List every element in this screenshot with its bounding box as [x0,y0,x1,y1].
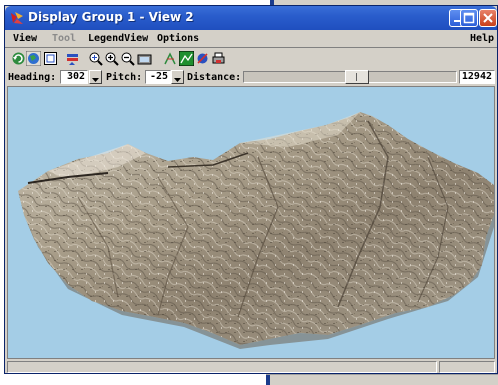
maximize-icon [463,12,475,24]
zoom-out-icon[interactable] [120,51,135,66]
layer-controls-icon[interactable] [65,51,80,66]
status-aux-pane [439,361,495,373]
toolbar [5,49,497,69]
zoom-in-icon[interactable] [104,51,119,66]
fullview-icon[interactable] [43,51,58,66]
snapshot-icon[interactable] [137,51,152,66]
menu-bar: View Tool LegendView Options Help [5,31,497,48]
distance-label: Distance: [187,72,242,83]
menu-legendview[interactable]: LegendView [88,33,148,44]
heading-label: Heading: [8,72,57,83]
heading-field[interactable]: 302 [60,70,88,84]
status-bar [5,360,497,374]
menu-view[interactable]: View [13,33,37,44]
redraw-icon[interactable] [11,51,26,66]
terrain-render[interactable] [8,87,494,358]
chevron-down-icon [92,78,99,82]
3d-terrain-view[interactable] [7,86,495,359]
title-bar[interactable]: Display Group 1 - View 2 [5,6,497,30]
close-icon [483,13,493,23]
app-icon [11,12,23,24]
chevron-down-icon [174,78,181,82]
heading-dropdown-button[interactable] [89,70,102,84]
view-position-bar: Heading: 302 Pitch: -25 Distance: 12942 [5,69,497,86]
distance-field[interactable]: 12942 [459,70,495,84]
viewpoint-icon[interactable] [195,51,210,66]
pitch-label: Pitch: [106,72,143,83]
maximize-button[interactable] [460,9,478,27]
pitch-dropdown-button[interactable] [171,70,184,84]
terrain-icon[interactable] [179,51,194,66]
pitch-field[interactable]: -25 [145,70,171,84]
print-icon[interactable] [211,51,226,66]
menu-tool[interactable]: Tool [52,33,76,44]
menu-options[interactable]: Options [157,33,199,44]
menu-help[interactable]: Help [470,33,494,44]
close-button[interactable] [479,9,497,27]
display-group-window[interactable]: Display Group 1 - View 2 View Tool Legen… [4,5,498,374]
distance-slider-thumb[interactable] [345,70,369,84]
zoom-fit-icon[interactable] [88,51,103,66]
status-message-pane [7,361,437,373]
window-title: Display Group 1 - View 2 [28,10,194,24]
position-icon[interactable] [163,51,178,66]
globe-icon[interactable] [26,51,41,66]
background-window-fragment-bottom [266,374,498,385]
